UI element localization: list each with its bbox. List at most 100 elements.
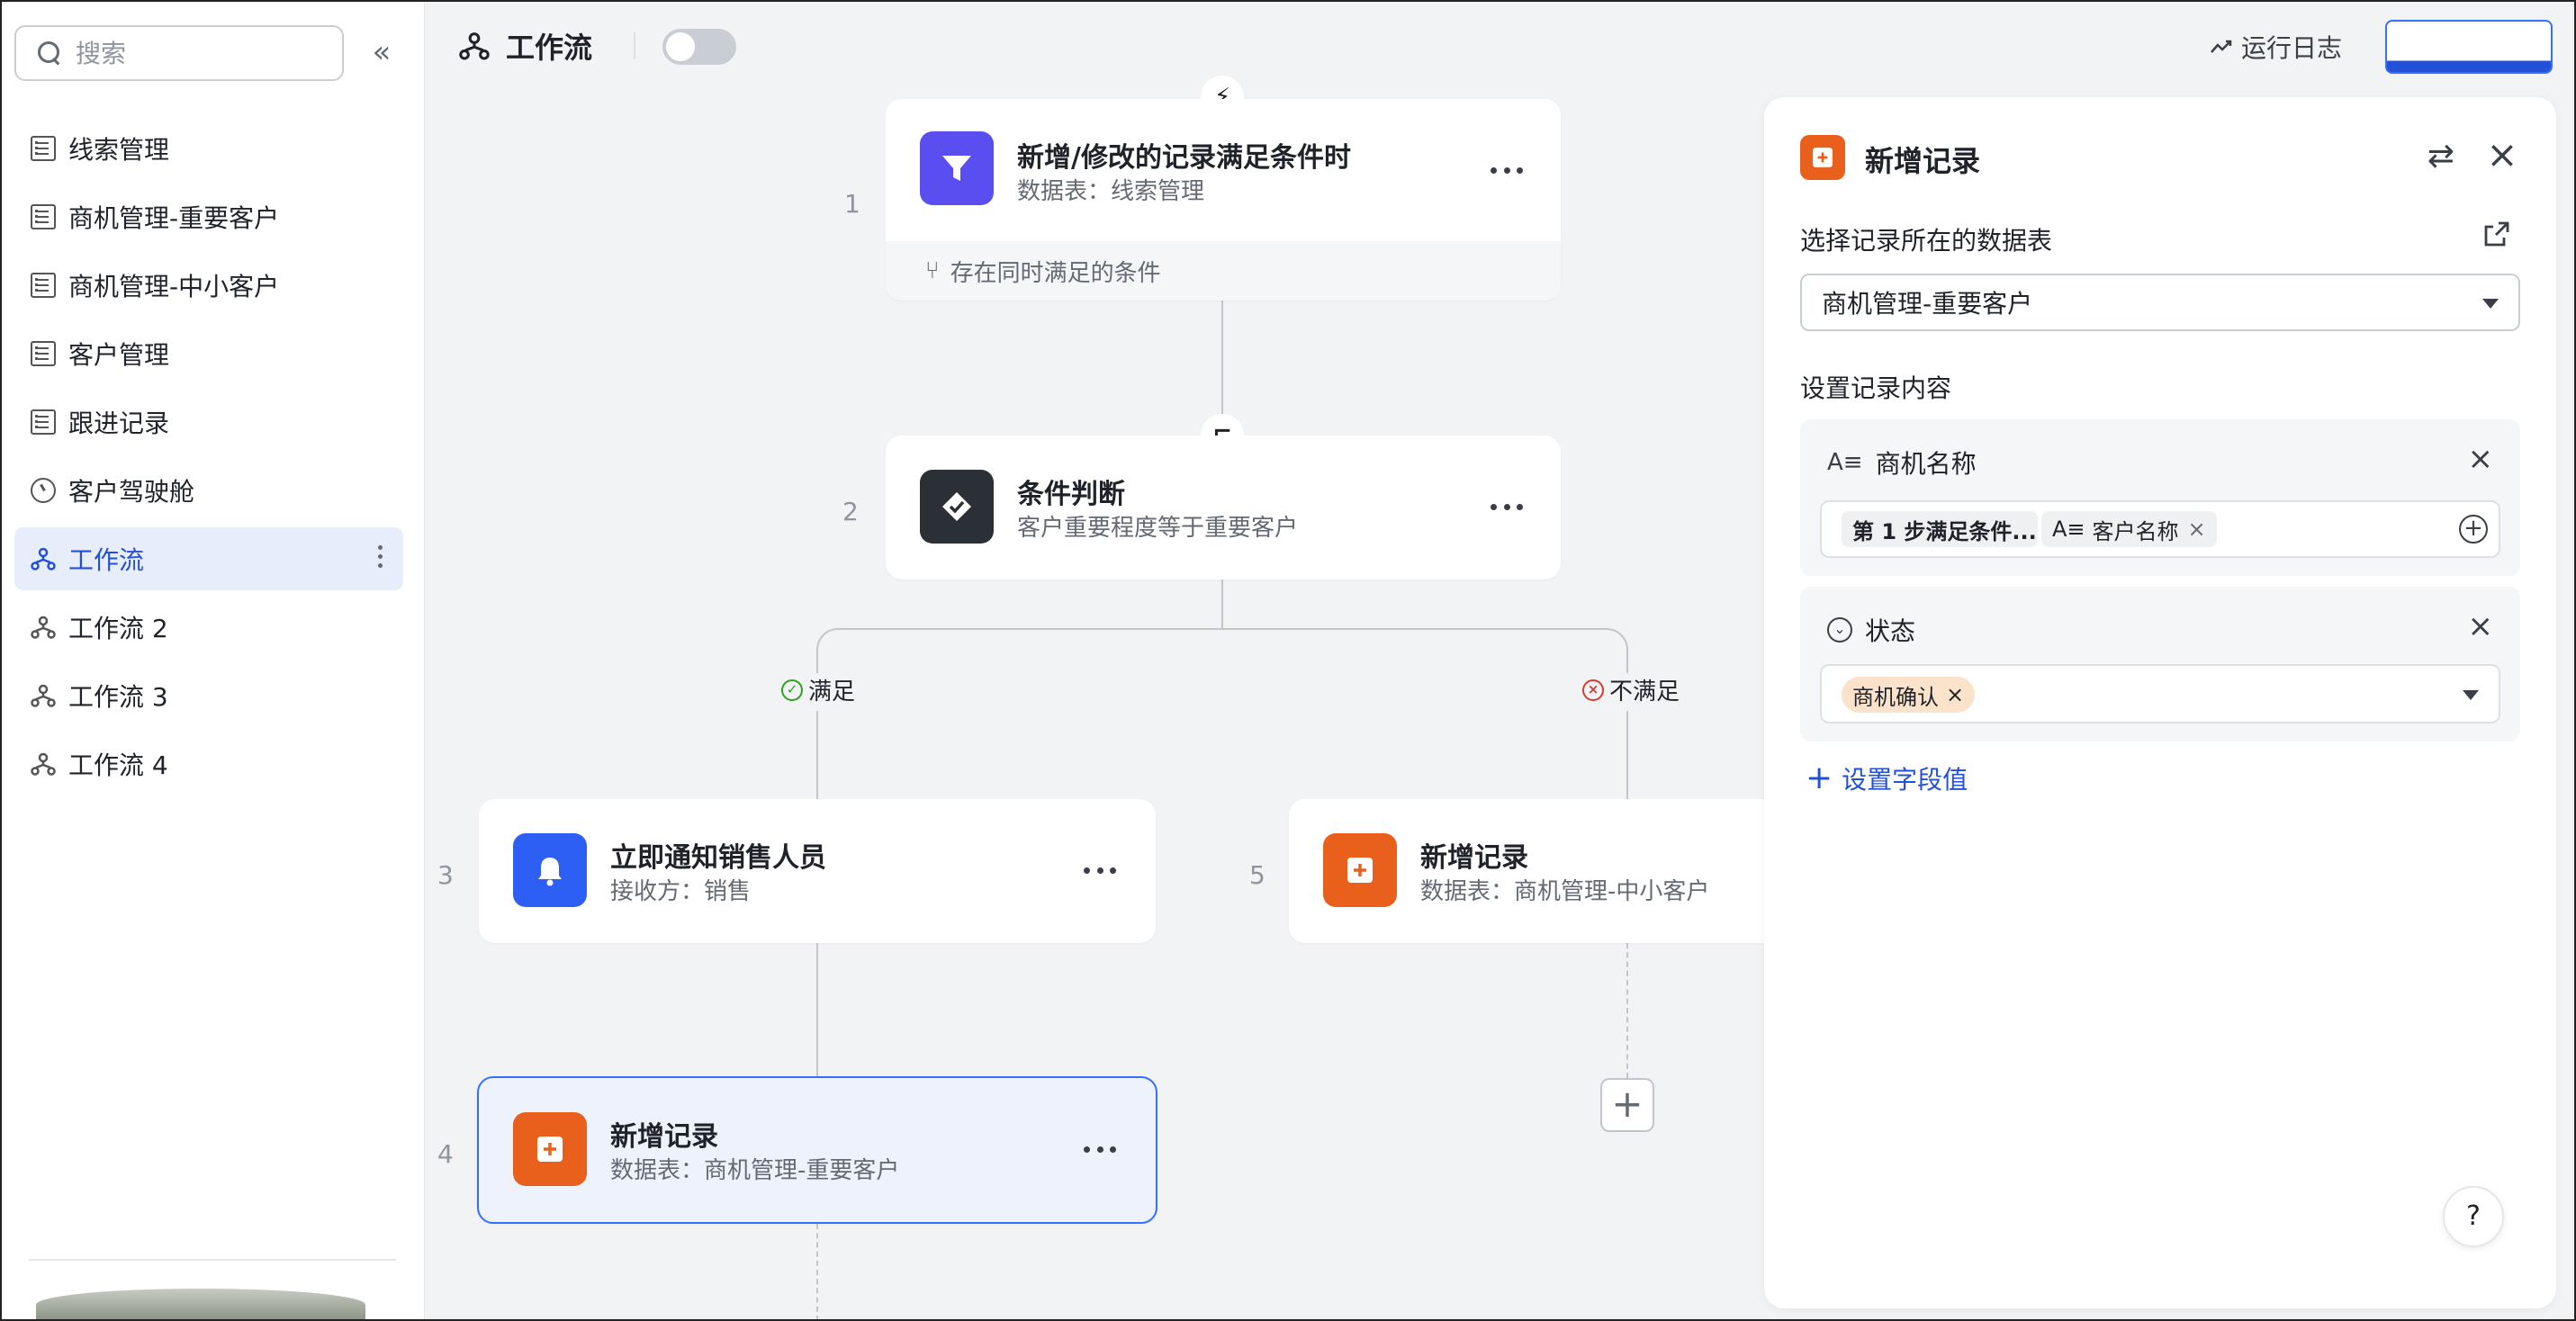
table-icon [31,273,56,298]
more-icon[interactable] [1084,867,1116,875]
sidebar-item-label: 工作流 3 [68,682,168,712]
sidebar-item-label: 客户驾驶舱 [68,477,195,507]
reference-chip[interactable]: 第 1 步满足条件... [1842,511,2038,547]
status-option-chip[interactable]: 商机确认 × [1842,677,1976,713]
swap-icon[interactable]: ⇄ [2421,137,2461,176]
node-condition-footer: ⑂ 存在同时满足的条件 [886,241,1561,301]
page-title-text: 工作流 [506,31,593,65]
node-subtitle: 数据表：商机管理-重要客户 [610,1157,900,1184]
reference-chip[interactable]: A≡ 客户名称 × [2041,511,2217,547]
add-record-icon [1323,833,1397,907]
step-number: 2 [842,497,859,526]
more-icon[interactable] [1491,504,1523,511]
add-record-icon [513,1112,587,1186]
remove-field-icon[interactable]: × [2468,441,2494,477]
table-icon [31,136,56,161]
workflow-icon [31,546,56,571]
sidebar-item-label: 商机管理-中小客户 [68,272,280,301]
user-thumbnail[interactable] [36,1289,365,1321]
node-title: 新增/修改的记录满足条件时 [1017,142,1351,174]
flow-node-condition[interactable]: 条件判断 客户重要程度等于重要客户 [886,436,1561,580]
flow-node-trigger[interactable]: 新增/修改的记录满足条件时 数据表：线索管理 ⑂ 存在同时满足的条件 [886,99,1561,301]
sidebar-item-workflow-4[interactable]: 工作流 4 [14,732,403,795]
node-subtitle: 数据表：商机管理-中小客户 [1420,878,1710,905]
field-name: 商机名称 [1875,449,1977,479]
field-name: 状态 [1865,616,1916,646]
node-title: 立即通知销售人员 [610,842,826,874]
more-icon[interactable] [1084,1146,1116,1154]
connector [1626,711,1628,801]
add-circle-icon[interactable]: + [2459,515,2488,544]
content-label: 设置记录内容 [1800,373,1952,403]
sidebar-item-opportunity-smb[interactable]: 商机管理-中小客户 [14,254,403,317]
sidebar-item-dashboard[interactable]: 客户驾驶舱 [14,459,403,522]
search-icon [36,40,63,67]
plus-icon: + [1806,759,1833,796]
sidebar-item-followups[interactable]: 跟进记录 [14,391,403,454]
connector-dashed [1626,943,1628,1078]
more-icon[interactable] [1491,167,1523,175]
branch-tree-icon: ⑂ [925,257,940,284]
workflow-enable-toggle[interactable] [662,29,736,65]
connector [816,711,818,801]
status-select[interactable]: 商机确认 × [1820,664,2500,723]
top-action-button[interactable] [2385,20,2553,74]
table-select[interactable]: 商机管理-重要客户 [1800,274,2520,331]
connector-dashed [816,1224,818,1321]
text-field-icon: A≡ [2052,517,2085,542]
x-circle-icon: × [1582,678,1604,701]
sidebar-divider [29,1259,396,1261]
close-icon[interactable]: × [2482,135,2522,175]
more-vertical-icon[interactable] [378,545,383,572]
dashboard-icon [31,478,56,503]
field-card-status: ⌄ 状态 × 商机确认 × [1800,587,2520,741]
chevron-down-icon [2482,299,2499,309]
remove-chip-icon[interactable]: × [1946,682,1964,707]
workflow-icon [31,615,56,640]
remove-field-icon[interactable]: × [2468,608,2494,644]
connector [1221,628,1628,682]
node-title: 新增记录 [1420,842,1528,874]
sidebar-item-leads[interactable]: 线索管理 [14,117,403,180]
page-title: 工作流 [459,25,592,67]
add-step-button[interactable]: + [1600,1078,1654,1132]
external-link-icon[interactable] [2482,220,2515,252]
remove-chip-icon[interactable]: × [2188,517,2206,542]
add-field-button[interactable]: + 设置字段值 [1806,759,1968,796]
filter-icon [920,131,994,205]
run-log-button[interactable]: 运行日志 [2209,27,2342,67]
sidebar-item-workflow-3[interactable]: 工作流 3 [14,664,403,727]
sidebar: « 线索管理 商机管理-重要客户 商机管理-中小客户 客户管理 跟进记录 客户驾… [0,0,425,1321]
search-box[interactable] [14,25,344,81]
table-icon [31,204,56,229]
sidebar-item-opportunity-key[interactable]: 商机管理-重要客户 [14,185,403,248]
workflow-icon [31,683,56,708]
double-chevron-left-icon[interactable]: « [364,36,400,72]
search-input[interactable] [76,38,328,68]
branch-no-label: × 不满足 [1577,673,1686,706]
table-icon [31,341,56,366]
sidebar-item-workflow-2[interactable]: 工作流 2 [14,596,403,659]
node-title: 条件判断 [1017,479,1125,510]
diamond-check-icon [920,470,994,544]
sidebar-item-label: 商机管理-重要客户 [68,203,280,233]
node-subtitle: 接收方：销售 [610,878,752,905]
bell-icon [513,833,587,907]
flow-node-notify[interactable]: 立即通知销售人员 接收方：销售 [479,799,1156,943]
connector [816,943,818,1078]
trend-icon [2209,34,2234,59]
sidebar-item-label: 工作流 2 [68,614,168,643]
table-select-label: 选择记录所在的数据表 [1800,226,2053,256]
sidebar-item-workflow[interactable]: 工作流 [14,527,403,590]
field-value-input[interactable]: 第 1 步满足条件... A≡ 客户名称 × + [1820,500,2500,558]
help-icon[interactable]: ? [2443,1186,2504,1247]
sidebar-item-customers[interactable]: 客户管理 [14,322,403,385]
add-record-icon [1800,135,1845,180]
run-log-label: 运行日志 [2241,33,2343,63]
step-number: 4 [437,1139,454,1169]
connector [1221,580,1223,630]
flow-node-add-record-smb[interactable]: 新增记录 数据表：商机管理-中小客户 [1289,799,1829,943]
check-circle-icon: ✓ [781,678,803,701]
flow-node-add-record-key[interactable]: 新增记录 数据表：商机管理-重要客户 [477,1076,1157,1224]
sidebar-item-label: 线索管理 [68,135,170,165]
